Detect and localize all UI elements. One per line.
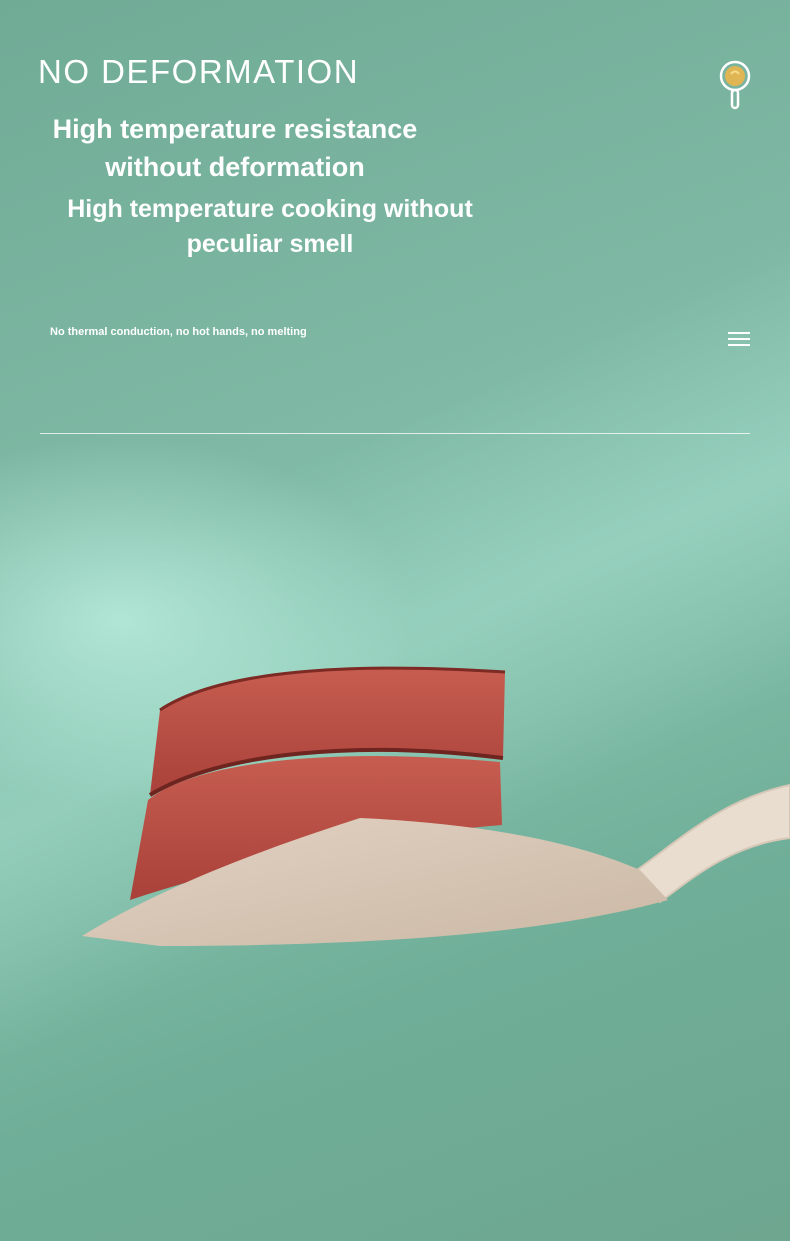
background [0, 0, 790, 1241]
headline-no-smell: High temperature cooking without peculia… [67, 195, 473, 258]
hamburger-menu-icon[interactable] [728, 330, 750, 348]
page-title: NO DEFORMATION [38, 53, 360, 90]
headline-heat-resistance: High temperature resistance without defo… [52, 114, 418, 182]
feature-subtext: No thermal conduction, no hot hands, no … [50, 326, 307, 338]
spatula-with-meat-slices-illustration [0, 640, 790, 980]
divider [40, 433, 750, 434]
frying-pan-logo-icon [718, 60, 752, 112]
